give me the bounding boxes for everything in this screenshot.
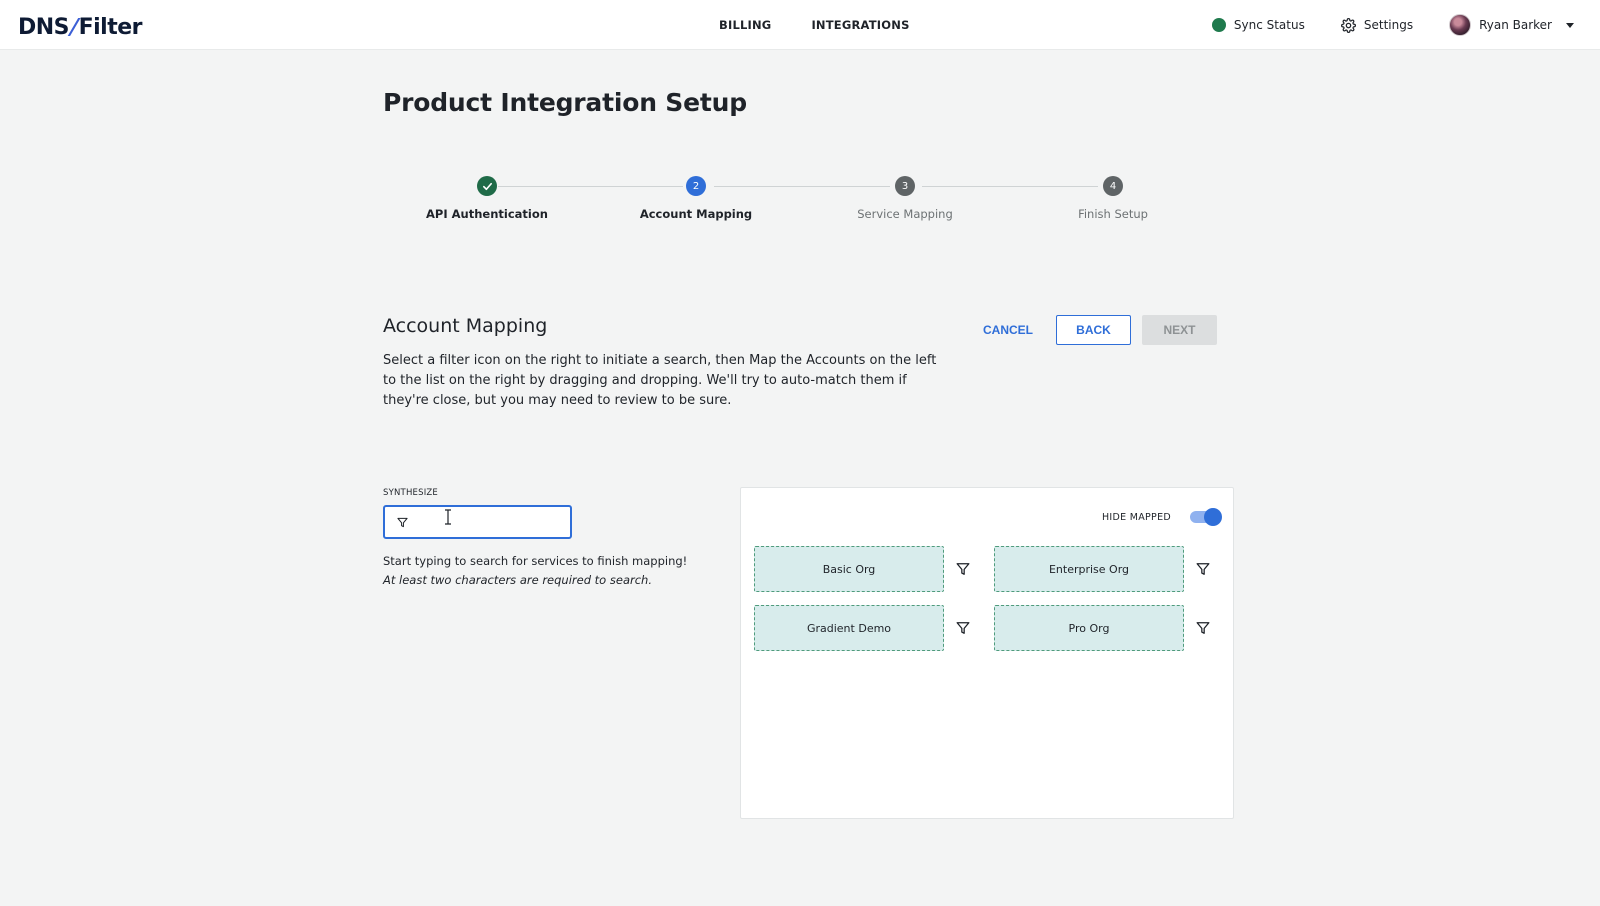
step-account-mapping[interactable]: 2 Account Mapping <box>616 175 776 221</box>
account-card-gradient-demo[interactable]: Gradient Demo <box>754 605 944 651</box>
check-icon <box>477 176 497 196</box>
toggle-knob <box>1204 508 1222 526</box>
account-card-enterprise-org[interactable]: Enterprise Org <box>994 546 1184 592</box>
account-card-pro-org[interactable]: Pro Org <box>994 605 1184 651</box>
dnsfilter-logo[interactable]: DNS / Filter <box>18 11 142 43</box>
setup-stepper: API Authentication 2 Account Mapping 3 S… <box>0 175 1600 235</box>
step-api-authentication[interactable]: API Authentication <box>407 175 567 221</box>
hide-mapped-label: HIDE MAPPED <box>1101 512 1171 523</box>
logo-text-dns: DNS <box>18 14 70 40</box>
account-mapping-panel: HIDE MAPPED Basic Org Enterprise Org Gra… <box>740 487 1234 819</box>
chevron-down-icon <box>1566 22 1574 28</box>
top-navigation-bar: DNS / Filter BILLING INTEGRATIONS Sync Sta… <box>0 0 1600 50</box>
sync-status-button[interactable]: Sync Status <box>1211 18 1305 32</box>
step-label: API Authentication <box>426 207 548 221</box>
sync-status-label: Sync Status <box>1233 18 1305 32</box>
main-nav: BILLING INTEGRATIONS <box>719 0 910 50</box>
search-input[interactable] <box>415 511 565 533</box>
step-service-mapping[interactable]: 3 Service Mapping <box>825 175 985 221</box>
step-number: 3 <box>895 176 915 196</box>
step-number: 4 <box>1103 176 1123 196</box>
search-field[interactable] <box>383 505 572 539</box>
gear-icon <box>1340 17 1356 33</box>
search-hint-italic: At least two characters are required to … <box>383 573 652 587</box>
search-label: SYNTHESIZE <box>383 488 438 498</box>
avatar <box>1449 14 1472 36</box>
section-description: Select a filter icon on the right to ini… <box>383 353 937 408</box>
filter-icon[interactable] <box>956 621 970 635</box>
settings-label: Settings <box>1363 18 1414 32</box>
step-label: Finish Setup <box>1078 207 1148 221</box>
section-title: Account Mapping <box>383 315 548 337</box>
account-card-basic-org[interactable]: Basic Org <box>754 546 944 592</box>
filter-icon <box>397 517 408 528</box>
back-button[interactable]: BACK <box>1056 315 1131 345</box>
search-hint: Start typing to search for services to f… <box>383 554 688 568</box>
nav-integrations[interactable]: INTEGRATIONS <box>811 18 909 32</box>
step-label: Account Mapping <box>639 207 753 221</box>
settings-button[interactable]: Settings <box>1340 17 1414 33</box>
step-finish-setup[interactable]: 4 Finish Setup <box>1033 175 1193 221</box>
next-button[interactable]: NEXT <box>1142 315 1217 345</box>
step-label: Service Mapping <box>857 207 953 221</box>
filter-icon[interactable] <box>1196 562 1210 576</box>
user-name: Ryan Barker <box>1479 18 1552 32</box>
text-cursor-icon <box>445 509 451 525</box>
filter-icon[interactable] <box>956 562 970 576</box>
sync-status-dot-icon <box>1211 18 1226 32</box>
hide-mapped-toggle[interactable] <box>1190 508 1222 526</box>
cancel-button[interactable]: CANCEL <box>978 315 1038 345</box>
filter-icon[interactable] <box>1196 621 1210 635</box>
step-number: 2 <box>686 176 706 196</box>
nav-billing[interactable]: BILLING <box>719 18 771 32</box>
user-menu[interactable]: Ryan Barker <box>1449 14 1574 36</box>
header-right-menu: Sync Status Settings Ryan Barker <box>1211 0 1574 50</box>
logo-text-filter: Filter <box>78 14 143 40</box>
page-title: Product Integration Setup <box>383 88 747 117</box>
